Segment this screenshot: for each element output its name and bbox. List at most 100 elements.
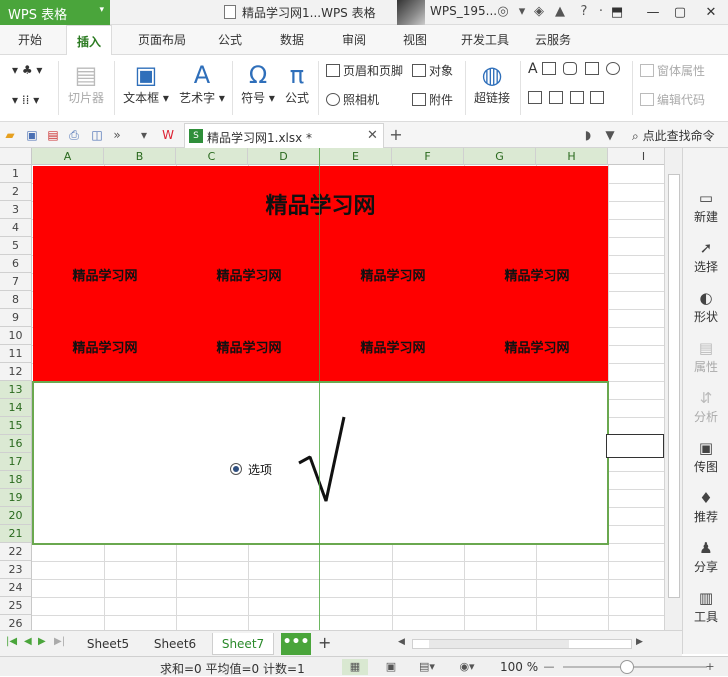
option-radio-label[interactable]: 选项 <box>248 461 272 478</box>
zoom-out-icon[interactable]: — <box>540 659 558 675</box>
row-header[interactable]: 7 <box>0 273 32 291</box>
outlined-cell[interactable] <box>606 434 664 458</box>
shape-fill-icon[interactable]: ▾ ♣ ▾ <box>12 63 42 77</box>
sheet-tab[interactable]: Sheet5 <box>78 633 138 655</box>
column-header-b[interactable]: B <box>104 148 176 165</box>
slicer-button[interactable]: ▤ 切片器 <box>64 61 108 106</box>
recommend-panel-button[interactable]: ♦ 推荐 <box>683 488 728 525</box>
edit-code-button[interactable]: 编辑代码 <box>640 91 705 108</box>
label-control-icon[interactable]: A <box>528 61 538 77</box>
row-header[interactable]: 24 <box>0 579 32 597</box>
scrollbar-control-icon[interactable] <box>590 91 605 104</box>
row-header[interactable]: 6 <box>0 255 32 273</box>
option-radio-button[interactable] <box>230 463 242 475</box>
row-header[interactable]: 18 <box>0 471 32 489</box>
tab-review[interactable]: 审阅 <box>342 31 366 48</box>
row-header[interactable]: 14 <box>0 399 32 417</box>
wps-app-menu-button[interactable]: WPS 表格 ▾ <box>0 0 110 25</box>
sheet-tab[interactable]: Sheet6 <box>145 633 205 655</box>
column-header-h[interactable]: H <box>536 148 608 165</box>
user-avatar[interactable] <box>397 0 425 25</box>
fullscreen-button[interactable]: ⬒ <box>604 0 630 25</box>
horizontal-scrollbar[interactable]: ◀ ▶ <box>398 637 644 651</box>
row-header[interactable]: 5 <box>0 237 32 255</box>
hyperlink-button[interactable]: ◍ 超链接 <box>471 61 513 106</box>
form-controls-row2[interactable] <box>528 91 607 105</box>
select-panel-button[interactable]: ➚ 选择 <box>683 238 728 275</box>
tab-formulas[interactable]: 公式 <box>218 31 242 48</box>
eye-protection-icon[interactable]: ◉▾ <box>454 659 480 675</box>
close-button[interactable]: ✕ <box>698 0 724 25</box>
tab-data[interactable]: 数据 <box>280 31 304 48</box>
upload-image-panel-button[interactable]: ▣ 传图 <box>683 438 728 475</box>
last-sheet-arrow-icon[interactable]: ▶| <box>54 636 65 647</box>
scroll-left-icon[interactable]: ◀ <box>398 637 405 647</box>
column-header-f[interactable]: F <box>392 148 464 165</box>
column-header-e[interactable]: E <box>320 148 392 165</box>
tab-developer[interactable]: 开发工具 <box>461 31 509 48</box>
column-header-d[interactable]: D <box>248 148 320 165</box>
row-header[interactable]: 8 <box>0 291 32 309</box>
symbol-button[interactable]: Ω 符号 ▾ <box>238 61 278 106</box>
row-header[interactable]: 13 <box>0 381 32 399</box>
analysis-panel-button[interactable]: ⇵ 分析 <box>683 388 728 425</box>
tools-panel-button[interactable]: ▥ 工具 <box>683 588 728 625</box>
combobox-control-icon[interactable] <box>548 91 563 104</box>
maximize-button[interactable]: ▢ <box>667 0 693 25</box>
command-search[interactable]: ⌕ 点此查找命令 <box>632 127 715 144</box>
wordart-button[interactable]: A 艺术字 ▾ <box>176 61 228 106</box>
tab-home[interactable]: 开始 <box>18 31 42 48</box>
add-sheet-icon[interactable]: + <box>318 633 331 652</box>
camera-button[interactable]: 照相机 <box>326 91 379 108</box>
new-panel-button[interactable]: ▭ 新建 <box>683 188 728 225</box>
radio-control-icon[interactable] <box>606 62 621 75</box>
page-break-view-icon[interactable]: ▣ <box>378 659 404 675</box>
sheet-tab-active[interactable]: Sheet7 <box>212 633 274 655</box>
row-header[interactable]: 15 <box>0 417 32 435</box>
row-header[interactable]: 2 <box>0 183 32 201</box>
minimize-button[interactable]: — <box>640 0 666 25</box>
column-header-i[interactable]: I <box>608 148 664 165</box>
row-header[interactable]: 20 <box>0 507 32 525</box>
form-properties-button[interactable]: 窗体属性 <box>640 62 705 79</box>
share-panel-button[interactable]: ♟ 分享 <box>683 538 728 575</box>
listbox-control-icon[interactable] <box>528 91 542 104</box>
row-header[interactable]: 22 <box>0 543 32 561</box>
column-header-c[interactable]: C <box>176 148 248 165</box>
save-icon[interactable]: ▣ <box>24 127 40 143</box>
tab-cloud[interactable]: 云服务 <box>535 31 571 48</box>
help-icon[interactable]: ? <box>575 3 593 21</box>
print-icon[interactable]: ⎙ <box>66 127 82 143</box>
checkbox-control-icon[interactable] <box>584 62 599 75</box>
row-header[interactable]: 12 <box>0 363 32 381</box>
horizontal-scroll-thumb[interactable] <box>429 640 569 648</box>
select-all-corner[interactable] <box>0 148 32 165</box>
row-header[interactable]: 1 <box>0 165 32 183</box>
horizontal-scroll-track[interactable] <box>412 639 632 649</box>
row-header[interactable]: 26 <box>0 615 32 630</box>
row-header[interactable]: 23 <box>0 561 32 579</box>
export-pdf-icon[interactable]: ▤ <box>45 127 61 143</box>
next-sheet-arrow-icon[interactable]: ▶ <box>38 636 46 647</box>
tab-view[interactable]: 视图 <box>403 31 427 48</box>
file-tab[interactable]: S 精品学习网1.xlsx * ✕ <box>184 123 384 148</box>
row-header[interactable]: 4 <box>0 219 32 237</box>
scroll-right-icon[interactable]: ▶ <box>636 637 643 647</box>
form-controls-row1[interactable]: A <box>528 61 623 77</box>
wps-logo-icon[interactable]: W <box>160 127 176 143</box>
skin-icon[interactable]: ▲ <box>551 3 569 21</box>
object-button[interactable]: 对象 <box>412 62 453 79</box>
open-folder-icon[interactable]: ▰ <box>2 127 18 143</box>
row-header[interactable]: 16 <box>0 435 32 453</box>
row-header[interactable]: 3 <box>0 201 32 219</box>
properties-panel-button[interactable]: ▤ 属性 <box>683 338 728 375</box>
first-sheet-arrow-icon[interactable]: |◀ <box>6 636 17 647</box>
row-header[interactable]: 19 <box>0 489 32 507</box>
zoom-slider-knob[interactable] <box>620 660 634 674</box>
textbox-button[interactable]: ▣ 文本框 ▾ <box>120 61 172 106</box>
tab-page-layout[interactable]: 页面布局 <box>138 31 186 48</box>
zoom-level[interactable]: 100 % <box>500 660 538 674</box>
user-name[interactable]: WPS_195... <box>430 4 497 18</box>
row-header[interactable]: 21 <box>0 525 32 543</box>
row-header[interactable]: 11 <box>0 345 32 363</box>
